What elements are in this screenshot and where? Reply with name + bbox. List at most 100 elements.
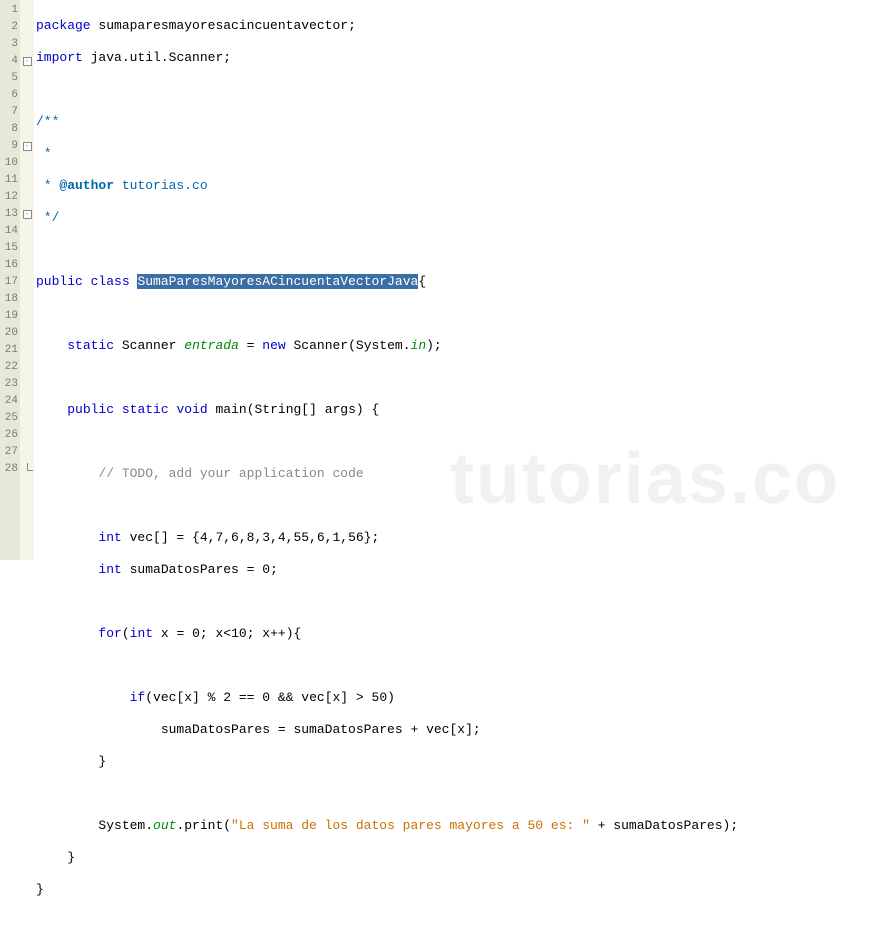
string: "La suma de los datos pares mayores a 50… (231, 818, 590, 833)
line-number: 22 (0, 359, 20, 376)
field: out (153, 818, 176, 833)
code-line: import java.util.Scanner; (36, 49, 880, 66)
fold-spacer (20, 36, 34, 53)
keyword: int (98, 530, 121, 545)
line-number: 20 (0, 325, 20, 342)
line-number: 26 (0, 427, 20, 444)
code-line (36, 305, 880, 322)
code-line (36, 369, 880, 386)
line-number: 25 (0, 410, 20, 427)
fold-column: - - - (20, 0, 34, 560)
line-number: 12 (0, 189, 20, 206)
code-line: // TODO, add your application code (36, 465, 880, 482)
line-number: 28 (0, 461, 20, 478)
line-number: 5 (0, 70, 20, 87)
fold-spacer (20, 223, 34, 240)
line-number: 18 (0, 291, 20, 308)
code-line: int vec[] = {4,7,6,8,3,4,55,6,1,56}; (36, 529, 880, 546)
keyword: class (91, 274, 130, 289)
line-number: 19 (0, 308, 20, 325)
line-number: 9 (0, 138, 20, 155)
keyword: if (130, 690, 146, 705)
keyword: void (176, 402, 207, 417)
code-line: * @author tutorias.co (36, 177, 880, 194)
code-line: public class SumaParesMayoresACincuentaV… (36, 273, 880, 290)
keyword: package (36, 18, 91, 33)
line-number: 14 (0, 223, 20, 240)
fold-spacer (20, 172, 34, 189)
keyword: import (36, 50, 83, 65)
code-line: */ (36, 209, 880, 226)
fold-spacer (20, 240, 34, 257)
keyword: int (98, 562, 121, 577)
keyword: public (36, 274, 83, 289)
fold-spacer (20, 342, 34, 359)
line-number: 10 (0, 155, 20, 172)
fold-spacer (20, 19, 34, 36)
code-editor[interactable]: package sumaparesmayoresacincuentavector… (34, 0, 880, 560)
code-line (36, 657, 880, 674)
fold-spacer (20, 308, 34, 325)
fold-spacer (20, 427, 34, 444)
code-line: static Scanner entrada = new Scanner(Sys… (36, 337, 880, 354)
keyword: int (130, 626, 153, 641)
fold-spacer (20, 393, 34, 410)
line-number: 8 (0, 121, 20, 138)
fold-spacer (20, 410, 34, 427)
line-number: 2 (0, 19, 20, 36)
line-number: 1 (0, 2, 20, 19)
fold-spacer (20, 70, 34, 87)
code-line: int sumaDatosPares = 0; (36, 561, 880, 578)
doc-comment: * (36, 146, 52, 161)
field: in (411, 338, 427, 353)
doc-comment: */ (36, 210, 59, 225)
keyword: static (122, 402, 169, 417)
keyword: for (98, 626, 121, 641)
fold-spacer (20, 2, 34, 19)
line-number: 16 (0, 257, 20, 274)
fold-spacer (20, 121, 34, 138)
code-line: package sumaparesmayoresacincuentavector… (36, 17, 880, 34)
doc-comment: * @author tutorias.co (36, 178, 208, 193)
field: entrada (184, 338, 239, 353)
fold-spacer (20, 87, 34, 104)
code-line: * (36, 145, 880, 162)
line-number-gutter: 1234567891011121314151617181920212223242… (0, 0, 20, 560)
line-number: 13 (0, 206, 20, 223)
keyword: new (262, 338, 285, 353)
fold-spacer (20, 325, 34, 342)
fold-toggle[interactable]: - (20, 53, 34, 70)
line-number: 21 (0, 342, 20, 359)
fold-spacer (20, 257, 34, 274)
doc-comment: /** (36, 114, 59, 129)
fold-spacer (20, 274, 34, 291)
fold-toggle[interactable]: - (20, 138, 34, 155)
selected-class-name: SumaParesMayoresACincuentaVectorJava (137, 274, 418, 289)
line-number: 15 (0, 240, 20, 257)
code-line: } (36, 753, 880, 770)
line-number: 3 (0, 36, 20, 53)
fold-spacer (20, 291, 34, 308)
code-line: System.out.print("La suma de los datos p… (36, 817, 880, 834)
fold-spacer (20, 444, 34, 461)
code-line: if(vec[x] % 2 == 0 && vec[x] > 50) (36, 689, 880, 706)
fold-spacer (20, 189, 34, 206)
line-number: 7 (0, 104, 20, 121)
comment: // TODO, add your application code (98, 466, 363, 481)
line-number: 6 (0, 87, 20, 104)
keyword: public (67, 402, 114, 417)
line-number: 24 (0, 393, 20, 410)
keyword: static (67, 338, 114, 353)
code-line: /** (36, 113, 880, 130)
line-number: 23 (0, 376, 20, 393)
fold-toggle[interactable]: - (20, 206, 34, 223)
fold-end (20, 461, 34, 478)
fold-spacer (20, 104, 34, 121)
code-line: for(int x = 0; x<10; x++){ (36, 625, 880, 642)
code-line: public static void main(String[] args) { (36, 401, 880, 418)
line-number: 11 (0, 172, 20, 189)
code-line (36, 785, 880, 802)
code-line (36, 241, 880, 258)
code-line: sumaDatosPares = sumaDatosPares + vec[x]… (36, 721, 880, 738)
fold-spacer (20, 155, 34, 172)
